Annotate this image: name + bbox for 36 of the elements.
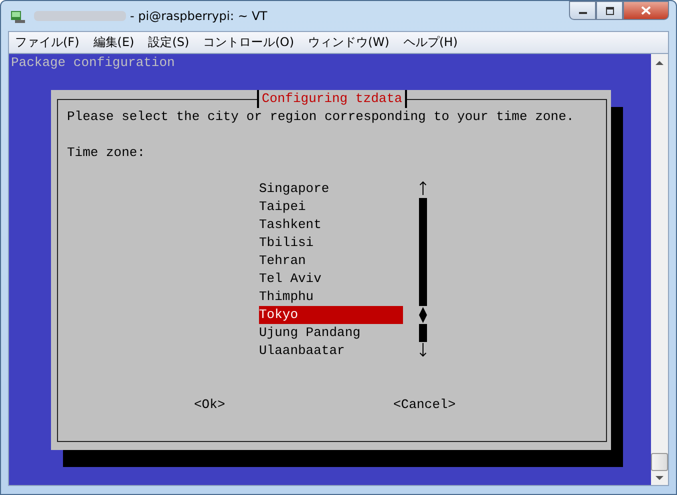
list-item[interactable]: Taipei [259, 198, 403, 216]
scrollbar-thumb[interactable] [651, 453, 668, 471]
list-item[interactable]: Thimphu [259, 288, 403, 306]
terminal-header: Package configuration [10, 54, 176, 72]
dialog-button[interactable]: <Cancel> [393, 396, 456, 414]
scroll-thumb-icon[interactable] [419, 306, 427, 324]
terminal-icon [10, 8, 26, 24]
field-label: Time zone: [66, 144, 146, 162]
list-item[interactable]: Ujung Pandang [259, 324, 403, 342]
list-item[interactable]: Tokyo [259, 306, 403, 324]
close-button[interactable] [623, 1, 669, 20]
maximize-icon [604, 6, 614, 14]
menu-item[interactable]: コントロール(O) [203, 34, 294, 51]
window-title: - pi@raspberrypi: ~ VT [130, 9, 268, 23]
scroll-up-arrow-icon[interactable] [419, 180, 427, 196]
menu-item[interactable]: 編集(E) [93, 34, 134, 51]
scroll-down-arrow-icon[interactable] [419, 342, 427, 358]
menu-item[interactable]: ヘルプ(H) [403, 34, 458, 51]
list-item[interactable]: Tashkent [259, 216, 403, 234]
list-item[interactable]: Tehran [259, 252, 403, 270]
dialog-button[interactable]: <Ok> [194, 396, 226, 414]
minimize-button[interactable] [569, 1, 596, 20]
menu-item[interactable]: ファイル(F) [15, 34, 80, 51]
dialog-title: Configuring tzdata [256, 90, 408, 108]
list-item[interactable]: Tel Aviv [259, 270, 403, 288]
close-icon [641, 6, 651, 15]
scroll-up-icon[interactable] [655, 60, 664, 66]
list-item[interactable]: Singapore [259, 180, 403, 198]
menu-item[interactable]: 設定(S) [148, 34, 190, 51]
dialog-prompt: Please select the city or region corresponding to your time zone. [66, 108, 576, 126]
list-item[interactable]: Tbilisi [259, 234, 403, 252]
list-item[interactable]: Ulaanbaatar [259, 342, 403, 360]
scroll-down-icon[interactable] [655, 475, 664, 481]
scrollbar[interactable] [651, 54, 668, 485]
menu-item[interactable]: ウィンドウ(W) [308, 34, 390, 51]
maximize-button[interactable] [596, 1, 623, 20]
